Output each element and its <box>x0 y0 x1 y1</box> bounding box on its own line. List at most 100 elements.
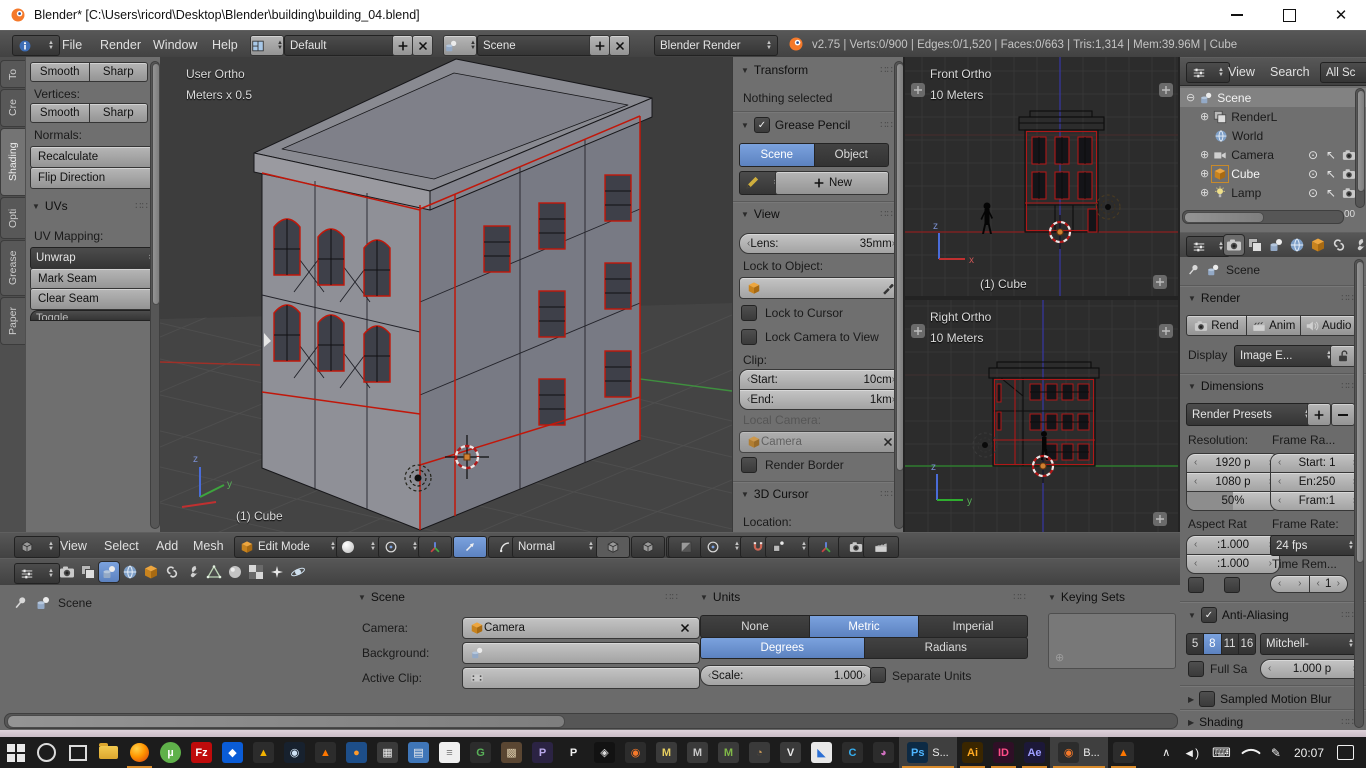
motion-blur-panel-header[interactable]: ▶ Sampled Motion Blur <box>1188 691 1354 707</box>
viewport-3d[interactable]: z y <box>160 57 732 532</box>
view3d-editor-button[interactable]: ▲▼ <box>14 536 60 558</box>
minimize-button[interactable] <box>1230 8 1244 22</box>
aa-samples-11[interactable]: 11 <box>1222 634 1239 654</box>
motion-blur-checkbox[interactable] <box>1199 691 1215 707</box>
taskbar-blender[interactable]: ◉ <box>620 737 651 768</box>
taskbar-illustrator[interactable]: Ai <box>957 737 988 768</box>
taskbar-max[interactable]: M <box>713 737 744 768</box>
animation-button[interactable]: Anim <box>1247 315 1302 336</box>
recalculate-button[interactable]: Recalculate <box>30 146 157 168</box>
selectability-cursor-icon[interactable]: ↖ <box>1326 148 1336 162</box>
outliner-filter-dropdown[interactable]: All Sc <box>1320 62 1366 83</box>
outliner-editor-button[interactable]: ▲▼ <box>1186 62 1230 83</box>
taskbar-vlc-running[interactable]: ▲ <box>1108 737 1139 768</box>
crop-checkbox[interactable] <box>1224 577 1240 593</box>
taskbar-dropbox[interactable]: ◆ <box>217 737 248 768</box>
outliner-row-cube[interactable]: ⊕ Cube ⊙ ↖ <box>1180 164 1366 183</box>
render-button[interactable]: Rend <box>1186 315 1247 336</box>
resolution-y-field[interactable]: ‹1080 p› <box>1186 472 1280 492</box>
add-layout-button[interactable] <box>392 35 413 56</box>
background-field[interactable] <box>462 642 700 664</box>
taskbar-google-drive[interactable]: ▲ <box>248 737 279 768</box>
tab-particles[interactable] <box>267 562 287 582</box>
shelf-tab-tools[interactable]: To <box>0 60 25 88</box>
render-panel-header[interactable]: ▼Render∷∷ <box>1188 291 1354 305</box>
separate-units-checkbox[interactable] <box>870 667 886 683</box>
camera-field[interactable]: Camera <box>462 617 700 639</box>
orientation-dropdown[interactable]: Normal▲▼ <box>512 536 600 558</box>
selectability-cursor-icon[interactable]: ↖ <box>1326 186 1336 200</box>
uvs-panel-header[interactable]: ▼UVs ∷∷ <box>32 199 148 213</box>
screen-layout-field[interactable]: Default <box>284 35 402 56</box>
add-keying-set-icon[interactable]: ⊕ <box>1055 651 1064 664</box>
lock-to-cursor-checkbox[interactable] <box>741 305 757 321</box>
time-remap-new-field[interactable]: ‹1› <box>1310 575 1349 593</box>
units-none[interactable]: None <box>701 616 810 637</box>
tab-texture[interactable] <box>246 562 266 582</box>
menu-render[interactable]: Render <box>100 38 141 52</box>
frame-end-field[interactable]: ‹En:250› <box>1270 472 1364 492</box>
expand-plus-icon[interactable]: ⊕ <box>1200 148 1209 161</box>
maximize-button[interactable] <box>1282 8 1296 22</box>
clear-icon[interactable] <box>881 435 895 449</box>
audio-button[interactable]: Audio <box>1301 315 1356 336</box>
pen-icon[interactable]: ✎ <box>1271 746 1281 760</box>
active-clip-field[interactable] <box>462 667 700 689</box>
aa-checkbox[interactable]: ✓ <box>1201 607 1217 623</box>
taskbar-calculator[interactable]: ▦ <box>372 737 403 768</box>
snap-element-dropdown[interactable]: ▲▼ <box>765 536 813 558</box>
edge-select-button[interactable] <box>631 536 665 558</box>
unwrap-dropdown[interactable]: Unwrap▲▼ <box>30 247 160 269</box>
taskbar-archive-app[interactable]: ▩ <box>496 737 527 768</box>
frame-step-field[interactable]: ‹Fram:1› <box>1270 491 1364 511</box>
tab-modifiers[interactable] <box>183 562 203 582</box>
visibility-eye-icon[interactable]: ⊙ <box>1308 167 1318 181</box>
time-remap-old-field[interactable]: ‹› <box>1270 575 1310 593</box>
visibility-eye-icon[interactable]: ⊙ <box>1308 186 1318 200</box>
lens-field[interactable]: ‹Lens:35mm› <box>739 233 903 254</box>
eyedropper-icon[interactable] <box>881 281 895 295</box>
visibility-eye-icon[interactable]: ⊙ <box>1308 148 1318 162</box>
gp-new-button[interactable]: New <box>775 171 889 195</box>
taskbar-green-app[interactable]: G <box>465 737 496 768</box>
pin-icon[interactable] <box>12 595 28 611</box>
flip-direction-button[interactable]: Flip Direction <box>30 167 157 189</box>
tab-object[interactable] <box>141 562 161 582</box>
menu-file[interactable]: File <box>62 38 82 52</box>
outliner-view-menu[interactable]: View <box>1228 65 1255 79</box>
taskbar-steam[interactable]: ◉ <box>279 737 310 768</box>
shading-panel-header[interactable]: ▶Shading∷∷ <box>1188 715 1354 729</box>
smooth-button[interactable]: Smooth <box>30 62 90 82</box>
notifications-icon[interactable] <box>1337 745 1354 760</box>
taskbar-file-explorer[interactable] <box>93 737 124 768</box>
units-degrees[interactable]: Degrees <box>701 638 865 658</box>
tab-render-layers[interactable] <box>1245 235 1265 255</box>
panel-grip[interactable]: ∷∷ <box>135 201 148 212</box>
filter-size-field[interactable]: ‹1.000 p› <box>1260 659 1364 679</box>
volume-icon[interactable]: ◄) <box>1183 746 1199 760</box>
view3d-select-menu[interactable]: Select <box>104 539 139 553</box>
scene-panel-header[interactable]: ▼Scene∷∷ <box>358 590 678 604</box>
taskbar-maya-2[interactable]: M <box>682 737 713 768</box>
tab-render[interactable] <box>1224 235 1244 255</box>
resolution-percent-slider[interactable]: 50% <box>1186 491 1280 511</box>
outliner-row-camera[interactable]: ⊕ Camera ⊙ ↖ <box>1180 145 1366 164</box>
renderability-camera-icon[interactable] <box>1342 148 1356 162</box>
mark-seam-button[interactable]: Mark Seam <box>30 268 157 290</box>
toggle-dropdown-partial[interactable]: Toggle▾ <box>30 310 160 321</box>
clear-seam-button[interactable]: Clear Seam <box>30 288 157 310</box>
grease-pencil-panel-header[interactable]: ▼✓ Grease Pencil∷∷ <box>741 117 893 133</box>
taskbar-filezilla[interactable]: Fz <box>186 737 217 768</box>
menu-window[interactable]: Window <box>153 38 197 52</box>
taskbar-start[interactable] <box>0 737 31 768</box>
sharp-button[interactable]: Sharp <box>90 62 149 82</box>
shelf-tab-paper[interactable]: Paper <box>0 297 25 345</box>
border-checkbox[interactable] <box>1188 577 1204 593</box>
tab-render-layers[interactable] <box>78 562 98 582</box>
frame-start-field[interactable]: ‹Start: 1› <box>1270 453 1364 473</box>
clip-start-field[interactable]: ‹Start:10cm› <box>739 369 903 390</box>
tab-constraints[interactable] <box>162 562 182 582</box>
tab-physics[interactable] <box>288 562 308 582</box>
shelf-tab-shading[interactable]: Shading <box>0 128 25 196</box>
tab-scene[interactable] <box>1266 235 1286 255</box>
